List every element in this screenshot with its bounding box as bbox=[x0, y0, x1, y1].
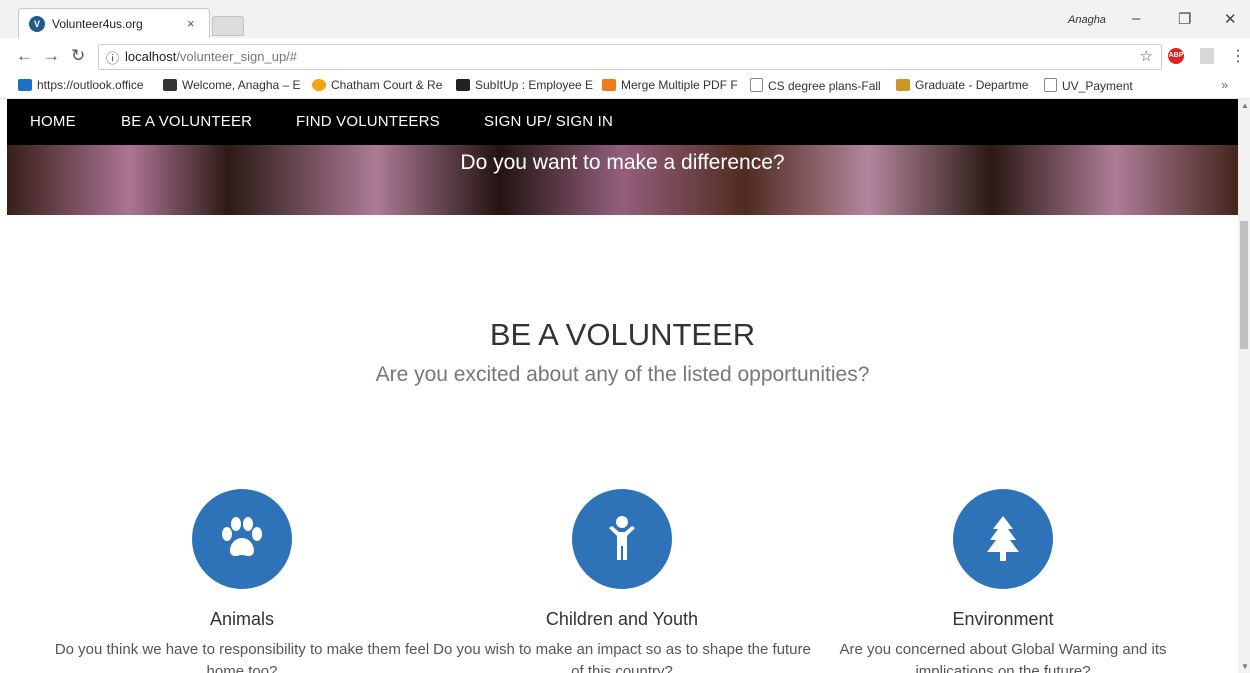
close-window-icon[interactable]: ✕ bbox=[1224, 10, 1237, 28]
opportunity-card-environment[interactable]: Environment Are you concerned about Glob… bbox=[808, 489, 1198, 673]
bookmark-item[interactable]: Welcome, Anagha – E bbox=[163, 78, 301, 92]
tab-close-icon[interactable]: × bbox=[187, 16, 195, 31]
page-viewport: HOME BE A VOLUNTEER FIND VOLUNTEERS SIGN… bbox=[7, 99, 1238, 673]
bookmark-item[interactable]: Chatham Court & Re bbox=[312, 78, 442, 92]
browser-menu-icon[interactable]: ⋮ bbox=[1230, 46, 1246, 66]
opportunity-card-children-youth[interactable]: Children and Youth Do you wish to make a… bbox=[427, 489, 817, 673]
nav-find-volunteers[interactable]: FIND VOLUNTEERS bbox=[296, 113, 440, 130]
browser-tab[interactable]: V Volunteer4us.org × bbox=[18, 8, 210, 39]
bookmark-item[interactable]: Merge Multiple PDF F bbox=[602, 78, 738, 92]
scroll-up-icon[interactable]: ▲ bbox=[1241, 101, 1249, 110]
nav-home[interactable]: HOME bbox=[30, 113, 76, 130]
reload-icon[interactable]: ↻ bbox=[71, 46, 85, 66]
forward-arrow-icon[interactable]: → bbox=[43, 46, 60, 66]
page-scrollbar[interactable]: ▲ ▼ bbox=[1238, 99, 1250, 673]
new-tab-button[interactable] bbox=[212, 16, 244, 36]
info-icon[interactable]: ⓘ bbox=[106, 48, 119, 67]
bookmark-star-icon[interactable]: ☆ bbox=[1140, 47, 1153, 65]
scrollbar-thumb[interactable] bbox=[1240, 221, 1248, 349]
nav-be-a-volunteer[interactable]: BE A VOLUNTEER bbox=[121, 113, 252, 130]
card-description: Are you concerned about Global Warming a… bbox=[839, 641, 1167, 673]
hero-tagline: Do you want to make a difference? bbox=[460, 151, 785, 174]
scroll-down-icon[interactable]: ▼ bbox=[1241, 662, 1249, 671]
bookmark-item[interactable]: Graduate - Departme bbox=[896, 78, 1028, 92]
site-navbar: HOME BE A VOLUNTEER FIND VOLUNTEERS SIGN… bbox=[7, 99, 1238, 145]
bookmark-item[interactable]: SubItUp : Employee E bbox=[456, 78, 593, 92]
bookmark-item[interactable]: https://outlook.office bbox=[18, 78, 144, 92]
card-description: Do you wish to make an impact so as to s… bbox=[433, 641, 811, 673]
tree-icon[interactable] bbox=[953, 489, 1053, 589]
hero-banner: Do you want to make a difference? bbox=[7, 145, 1238, 215]
section-title: BE A VOLUNTEER bbox=[489, 317, 756, 352]
restore-icon[interactable]: ❐ bbox=[1178, 10, 1191, 28]
bookmarks-overflow-icon[interactable]: » bbox=[1221, 78, 1228, 92]
paw-icon[interactable] bbox=[192, 489, 292, 589]
extension-icon[interactable] bbox=[1200, 48, 1214, 64]
site-favicon-icon: V bbox=[29, 16, 45, 32]
child-icon[interactable] bbox=[572, 489, 672, 589]
opportunity-card-animals[interactable]: Animals Do you think we have to responsi… bbox=[47, 489, 437, 673]
section-subtitle: Are you excited about any of the listed … bbox=[375, 363, 870, 386]
bookmarks-bar: https://outlook.office Welcome, Anagha –… bbox=[0, 74, 1250, 99]
card-title: Environment bbox=[952, 609, 1054, 629]
bookmark-item[interactable]: CS degree plans-Fall bbox=[750, 78, 881, 93]
nav-sign-up-sign-in[interactable]: SIGN UP/ SIGN IN bbox=[484, 113, 613, 130]
card-title: Children and Youth bbox=[545, 609, 699, 629]
card-description: Do you think we have to responsibility t… bbox=[54, 641, 430, 673]
bookmark-item[interactable]: UV_Payment bbox=[1044, 78, 1133, 93]
card-title: Animals bbox=[209, 609, 275, 629]
url-text: localhost/volunteer_sign_up/# bbox=[125, 49, 298, 64]
adblock-extension-icon[interactable]: ABP bbox=[1168, 48, 1184, 64]
minimize-icon[interactable]: – bbox=[1132, 10, 1140, 27]
tab-title: Volunteer4us.org bbox=[52, 17, 143, 31]
profile-name[interactable]: Anagha bbox=[1068, 14, 1106, 26]
browser-toolbar: ← → ↻ ⓘ localhost/volunteer_sign_up/# ☆ … bbox=[0, 38, 1250, 75]
back-arrow-icon[interactable]: ← bbox=[16, 46, 33, 66]
address-bar[interactable]: ⓘ localhost/volunteer_sign_up/# ☆ bbox=[98, 44, 1162, 70]
browser-tab-strip: V Volunteer4us.org × Anagha – ❐ ✕ bbox=[0, 0, 1250, 39]
